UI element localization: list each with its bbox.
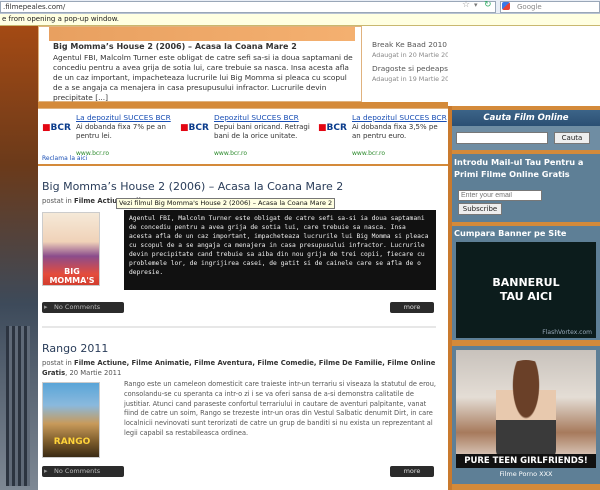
post-meta-prefix: postat in [42,359,72,367]
poster-title: BIG MOMMA'S HOUSE 2 [49,267,95,294]
ad-item[interactable]: ■BCR La depozitul SUCCES BCR Ai dobanda … [316,113,448,157]
post-separator [42,326,436,328]
ad-item[interactable]: ■BCR Depozitul SUCCES BCR Depui bani ori… [178,113,310,157]
recent-item-date: Adaugat in 20 Martie 2011 [372,51,458,59]
movie-poster[interactable]: BIG MOMMA'S HOUSE 2 [42,212,100,294]
arrow-icon: ▸ [44,303,48,311]
photo-caption: PURE TEEN GIRLFRIENDS! [456,454,596,468]
post-body: Rango este un cameleon domesticit care t… [124,380,436,437]
search-input[interactable] [456,132,548,144]
sidebar-banner: Cumpara Banner pe Site BANNERUL TAU AICI… [452,226,600,340]
ads-row: ■BCR La depozitul SUCCES BCR Ai dobanda … [38,108,448,164]
comments-button[interactable]: ▸ No Comments [42,302,124,313]
sidebar-newsletter: Introdu Mail-ul Tau Pentru a Primi Filme… [452,154,600,222]
ads-reclama-link[interactable]: Reclama la aici [42,155,87,162]
bcr-logo-icon: ■BCR [318,123,347,133]
banner-ad[interactable]: BANNERUL TAU AICI FlashVortex.com [456,242,596,338]
post-title[interactable]: Big Momma’s House 2 (2006) – Acasa la Co… [42,180,343,193]
comments-button[interactable]: ▸ No Comments [42,466,124,477]
google-icon [502,2,510,10]
ad-link[interactable]: La depozitul SUCCES BCR [352,113,447,122]
ad-description: Ai dobanda fixa 7% pe an pentru lei. [76,123,166,140]
refresh-icon[interactable]: ↻ [484,0,492,10]
photo-label[interactable]: Filme Porno XXX [452,470,600,478]
movie-poster[interactable]: RANGO [42,382,100,458]
banner-line: TAU AICI [499,290,553,303]
bcr-logo-icon: ■BCR [180,123,209,133]
post-date: 20 Martie 2011 [69,369,122,377]
search-title: Cauta Film Online [452,110,600,126]
background-art [0,26,38,490]
post-body: Agentul FBI, Malcolm Turner este obligat… [124,210,436,290]
address-bar[interactable]: .filmepeales.com/ [0,1,496,13]
recent-item-date: Adaugat in 19 Martie 2011 [372,75,458,83]
featured-header [49,27,355,41]
recent-posts: Break Ke Baad 2010 Adaugat in 20 Martie … [362,26,556,102]
banner-line: BANNERUL [492,276,560,289]
more-button[interactable]: more [390,466,434,477]
more-button[interactable]: more [390,302,434,313]
sidebar-photo-ad: PURE TEEN GIRLFRIENDS! Filme Porno XXX [452,346,600,484]
post-title[interactable]: Rango 2011 [42,342,108,355]
ad-link[interactable]: La depozitul SUCCES BCR [76,113,171,122]
tooltip: Vezi filmul Big Momma's House 2 (2006) –… [116,198,336,209]
dropdown-arrow-icon[interactable]: ▾ [474,1,478,9]
banner-title: Cumpara Banner pe Site [454,228,567,238]
post-meta: postat in Filme Actiune, Filme Animatie,… [42,359,436,377]
ad-url[interactable]: www.bcr.ro [214,150,247,157]
bcr-logo-icon: ■BCR [42,123,71,133]
browser-toolbar: .filmepeales.com/ ☆ ▾ ↻ Google [0,0,600,14]
ad-url[interactable]: www.bcr.ro [352,150,385,157]
arrow-icon: ▸ [44,467,48,475]
email-field[interactable] [458,190,542,201]
popup-blocked-bar[interactable]: e from opening a pop-up window. [0,14,600,26]
search-button[interactable]: Cauta [554,132,590,144]
photo-figure [496,360,556,460]
featured-title[interactable]: Big Momma’s House 2 (2006) – Acasa la Co… [53,42,297,51]
banner-credit: FlashVortex.com [542,329,592,336]
ad-description: Depui bani oricand. Retragi bani de la o… [214,123,310,140]
sidebar-top-area [448,26,600,106]
featured-excerpt: Agentul FBI, Malcolm Turner este obligat… [53,53,353,102]
recent-item-title[interactable]: Break Ke Baad 2010 [372,40,447,49]
ad-item[interactable]: ■BCR La depozitul SUCCES BCR Ai dobanda … [40,113,172,157]
search-box[interactable]: Google [500,1,600,13]
newsletter-title: Introdu Mail-ul Tau Pentru a Primi Filme… [454,157,584,179]
post-meta-prefix: postat in [42,197,72,205]
ad-link[interactable]: Depozitul SUCCES BCR [214,113,299,122]
poster-title: RANGO [53,437,91,447]
sidebar-search: Cauta Film Online Cauta [452,110,600,150]
subscribe-button[interactable]: Subscribe [458,203,502,215]
photo-ad-image[interactable]: PURE TEEN GIRLFRIENDS! [456,350,596,468]
bookmark-star-icon[interactable]: ☆ [462,0,470,10]
ad-description: Ai dobanda fixa 3,5% pe an pentru euro. [352,123,438,140]
featured-post: Big Momma’s House 2 (2006) – Acasa la Co… [38,26,362,102]
